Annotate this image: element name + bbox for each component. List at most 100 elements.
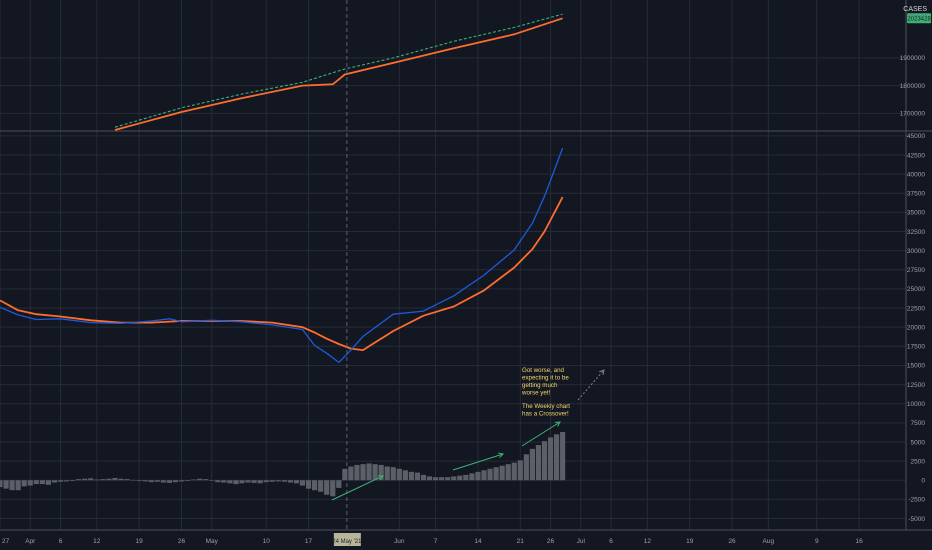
histogram-bar: [445, 477, 451, 481]
histogram-bar: [451, 476, 457, 481]
x-tick-label: Aug: [763, 538, 775, 545]
histogram-bar: [184, 480, 191, 482]
x-tick-label: 12: [93, 538, 101, 545]
histogram-bar: [191, 479, 197, 481]
y-tick-label: 40000: [907, 171, 925, 178]
histogram-bar: [281, 480, 287, 482]
histogram-bar: [197, 478, 203, 481]
histogram-bar: [239, 480, 245, 484]
annotation-text-line: The Weekly chart: [522, 403, 570, 410]
y-tick-label: 17500: [907, 344, 925, 351]
x-tick-label: 17: [305, 538, 313, 545]
histogram-bar: [82, 478, 88, 481]
y-tick-label: 1700000: [900, 111, 926, 118]
y-tick-label: 0: [921, 478, 925, 485]
annotation-text-line: has a Crossover!: [522, 411, 569, 418]
histogram-bar: [469, 473, 475, 481]
x-tick-label: 19: [686, 538, 694, 545]
histogram-bar: [21, 480, 27, 487]
y-tick-label: 45000: [907, 133, 925, 140]
histogram-bar: [160, 480, 166, 483]
y-tick-label: 35000: [907, 210, 925, 217]
histogram-bar: [136, 480, 142, 482]
histogram-bar: [251, 480, 257, 483]
y-tick-label: 7500: [911, 420, 926, 427]
histogram-bar: [166, 480, 172, 483]
histogram-bar: [275, 480, 281, 482]
histogram-bar: [499, 465, 505, 481]
y-tick-label: 1800000: [900, 83, 926, 90]
histogram-bar: [9, 480, 15, 491]
y-tick-label: -2500: [908, 497, 925, 504]
chart-background: [0, 0, 932, 550]
histogram-bar: [39, 480, 45, 485]
histogram-bar: [420, 474, 427, 481]
histogram-bar: [493, 467, 499, 481]
x-tick-label: 14: [474, 538, 482, 545]
annotation-text-line: expecting it to be: [522, 375, 569, 382]
histogram-bar: [318, 480, 324, 492]
histogram-bar: [414, 472, 421, 481]
histogram-bar: [3, 480, 9, 489]
histogram-bar: [560, 432, 566, 481]
histogram-bar: [27, 480, 33, 486]
histogram-bar: [366, 463, 372, 481]
annotation-text-line: getting much: [522, 382, 558, 389]
histogram-bar: [487, 468, 493, 481]
chart-svg: Got worse, andexpecting it to begetting …: [0, 0, 932, 550]
histogram-bar: [463, 474, 469, 481]
annotation-text-line: Got worse, and: [522, 367, 565, 374]
histogram-bar: [15, 480, 21, 491]
histogram-bar: [511, 462, 517, 481]
histogram-bar: [408, 471, 414, 481]
histogram-bar: [330, 480, 336, 497]
histogram-bar: [541, 441, 548, 481]
x-tick-label: 6: [609, 538, 613, 545]
histogram-bar: [505, 464, 511, 481]
y-tick-label: 25000: [907, 286, 925, 293]
histogram-bar: [33, 480, 39, 485]
histogram-bar: [257, 480, 263, 484]
symbol-subtitle: TradingView: [907, 14, 927, 18]
histogram-bar: [293, 480, 300, 484]
histogram-bar: [299, 480, 306, 486]
histogram-bar: [523, 454, 529, 481]
histogram-bar: [287, 480, 293, 483]
histogram-bar: [324, 480, 330, 495]
y-tick-label: 12500: [907, 382, 925, 389]
histogram-bar: [475, 471, 481, 481]
histogram-bar: [305, 480, 312, 489]
histogram-bar: [517, 460, 523, 481]
histogram-bar: [372, 464, 378, 481]
histogram-bar: [360, 464, 366, 481]
histogram-bar: [547, 437, 554, 481]
x-tick-label: Jul: [577, 538, 586, 545]
histogram-bar: [94, 479, 100, 481]
histogram-bar: [269, 480, 275, 482]
histogram-bar: [100, 479, 106, 481]
histogram-bar: [154, 480, 160, 482]
histogram-bar: [76, 479, 82, 481]
histogram-bar: [402, 470, 408, 481]
histogram-bar: [63, 480, 70, 482]
histogram-bar: [148, 480, 154, 483]
histogram-bar: [354, 464, 360, 481]
histogram-bar: [457, 475, 463, 481]
histogram-bar: [118, 478, 124, 481]
histogram-bar: [51, 480, 58, 483]
y-tick-label: 10000: [907, 401, 925, 408]
histogram-bar: [106, 478, 112, 481]
histogram-bar: [70, 480, 76, 482]
histogram-bar: [227, 480, 233, 484]
y-tick-label: 30000: [907, 248, 925, 255]
histogram-bar: [124, 479, 130, 481]
x-tick-label: 19: [136, 538, 144, 545]
y-tick-label: 5000: [911, 439, 926, 446]
histogram-bar: [312, 480, 318, 491]
y-tick-label: 32500: [907, 229, 925, 236]
histogram-bar: [142, 480, 148, 482]
histogram-bar: [348, 466, 354, 481]
histogram-bar: [130, 479, 136, 481]
y-tick-label: 42500: [907, 152, 925, 159]
y-tick-label: 37500: [907, 191, 925, 198]
